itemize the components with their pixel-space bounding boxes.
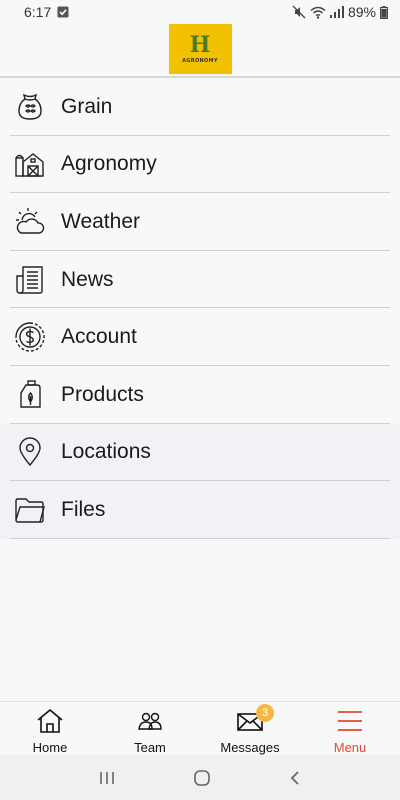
menu-item-account[interactable]: Account xyxy=(0,308,400,366)
menu-item-grain[interactable]: Grain xyxy=(0,78,400,136)
menu-item-files[interactable]: Files xyxy=(0,481,400,539)
home-button[interactable] xyxy=(193,769,211,787)
signal-icon xyxy=(329,6,344,18)
location-pin-icon xyxy=(14,436,46,468)
status-right: 89% xyxy=(292,4,388,20)
tab-home-label: Home xyxy=(32,740,68,755)
menu-item-label: Agronomy xyxy=(61,152,157,176)
back-button[interactable] xyxy=(289,770,301,786)
menu-item-label: News xyxy=(61,267,114,291)
folder-icon xyxy=(14,494,46,526)
wifi-icon xyxy=(310,6,326,19)
menu-item-label: Weather xyxy=(61,209,140,233)
status-bar: 6:17 89% xyxy=(0,0,400,24)
mute-icon xyxy=(292,5,306,19)
menu-item-label: Products xyxy=(61,382,144,406)
tab-team-label: Team xyxy=(134,740,166,755)
logo-letter: H xyxy=(189,32,211,58)
menu-item-label: Account xyxy=(61,325,137,349)
menu-item-label: Grain xyxy=(61,94,113,118)
menu-item-locations[interactable]: Locations xyxy=(0,423,400,482)
sun-cloud-icon xyxy=(14,206,46,238)
menu-list: Grain Agronomy Weather News Account Prod… xyxy=(0,78,400,539)
dollar-icon xyxy=(14,321,46,353)
menu-item-products[interactable]: Products xyxy=(0,366,400,424)
system-nav-bar xyxy=(0,755,400,800)
notification-check-icon xyxy=(57,6,69,18)
messages-badge: 3 xyxy=(256,704,274,722)
tab-home[interactable]: Home xyxy=(0,702,100,755)
tab-messages-label: Messages xyxy=(220,740,280,755)
logo-text: AGRONOMY xyxy=(182,58,218,64)
status-left: 6:17 xyxy=(24,4,69,20)
tab-messages[interactable]: 3 Messages xyxy=(200,702,300,755)
battery-percent: 89% xyxy=(347,4,376,20)
battery-icon xyxy=(380,5,388,19)
bottom-nav: Home Team 3 Messages Menu xyxy=(0,701,400,755)
status-time: 6:17 xyxy=(24,4,52,20)
home-icon xyxy=(36,708,64,738)
product-jug-icon xyxy=(14,379,46,411)
barn-icon xyxy=(14,148,46,180)
tab-menu-label: Menu xyxy=(333,740,367,755)
app-logo: H AGRONOMY xyxy=(168,24,232,74)
newspaper-icon xyxy=(14,264,46,296)
menu-item-agronomy[interactable]: Agronomy xyxy=(0,136,400,194)
tab-menu[interactable]: Menu xyxy=(300,702,400,755)
menu-item-label: Files xyxy=(61,497,106,521)
recent-apps-button[interactable] xyxy=(99,771,115,785)
tab-team[interactable]: Team xyxy=(100,702,200,755)
menu-item-news[interactable]: News xyxy=(0,251,400,309)
grain-bag-icon xyxy=(14,91,46,123)
app-header: H AGRONOMY xyxy=(0,24,400,78)
menu-item-label: Locations xyxy=(61,440,151,464)
team-icon xyxy=(136,709,164,738)
hamburger-icon xyxy=(336,709,364,738)
menu-item-weather[interactable]: Weather xyxy=(0,193,400,251)
